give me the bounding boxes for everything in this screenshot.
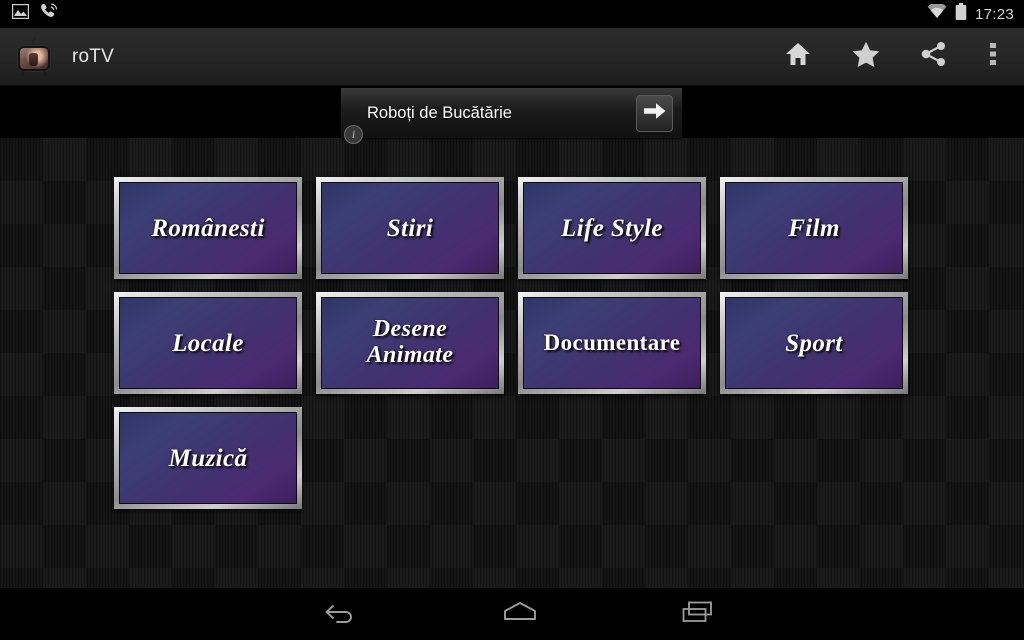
- share-button[interactable]: [900, 29, 968, 85]
- action-bar-buttons: [764, 29, 1018, 85]
- back-icon: [323, 600, 357, 629]
- arrow-right-icon: [643, 102, 666, 125]
- category-tile-stiri[interactable]: Stiri: [316, 177, 504, 279]
- category-tile-sport[interactable]: Sport: [720, 292, 908, 394]
- tile-inner: Locale: [119, 297, 297, 389]
- overflow-menu-icon: [990, 42, 996, 71]
- tile-label: Desene Animate: [366, 316, 454, 368]
- tile-inner: Film: [725, 182, 903, 274]
- battery-icon: [955, 2, 967, 26]
- category-tile-muzica[interactable]: Muzică: [114, 407, 302, 509]
- category-grid: Românesti Stiri Life Style Film Locale D…: [114, 177, 908, 509]
- category-tile-documentare[interactable]: Documentare: [518, 292, 706, 394]
- recent-apps-icon: [682, 600, 714, 629]
- tile-label: Documentare: [543, 329, 681, 355]
- nav-recent-apps-button[interactable]: [648, 588, 748, 640]
- category-grid-area: Românesti Stiri Life Style Film Locale D…: [0, 138, 1024, 588]
- image-icon: [11, 3, 30, 24]
- star-icon: [852, 41, 880, 72]
- category-tile-life-style[interactable]: Life Style: [518, 177, 706, 279]
- tile-label: Film: [788, 214, 840, 242]
- phone-call-icon: [40, 3, 59, 25]
- home-button[interactable]: [764, 29, 832, 85]
- app-title: roTV: [72, 45, 114, 67]
- tile-inner: Stiri: [321, 182, 499, 274]
- status-bar-notifications: [11, 3, 59, 25]
- ad-cta-button[interactable]: [636, 94, 673, 132]
- overflow-menu-button[interactable]: [968, 29, 1018, 85]
- tile-inner: Sport: [725, 297, 903, 389]
- nav-back-button[interactable]: [290, 588, 390, 640]
- category-tile-film[interactable]: Film: [720, 177, 908, 279]
- tv-leg-left: [21, 70, 25, 76]
- tile-label: Românesti: [151, 214, 265, 242]
- share-icon: [921, 42, 947, 71]
- ad-banner-text: Roboți de Bucătărie: [367, 103, 512, 122]
- favorites-button[interactable]: [832, 29, 900, 85]
- ad-info-badge[interactable]: i: [344, 125, 363, 144]
- tv-screen: [20, 47, 48, 69]
- tile-inner: Românesti: [119, 182, 297, 274]
- category-tile-desene-animate[interactable]: Desene Animate: [316, 292, 504, 394]
- action-bar: roTV: [0, 28, 1024, 86]
- home-outline-icon: [503, 601, 537, 628]
- category-tile-romanesti[interactable]: Românesti: [114, 177, 302, 279]
- retro-tv-app-icon: [14, 36, 54, 77]
- nav-home-button[interactable]: [470, 588, 570, 640]
- tile-label: Stiri: [386, 214, 434, 242]
- status-clock: 17:23: [974, 5, 1014, 23]
- category-tile-locale[interactable]: Locale: [114, 292, 302, 394]
- tile-label: Muzică: [168, 444, 248, 472]
- ad-banner[interactable]: Roboți de Bucătărie i: [341, 88, 682, 144]
- tile-label: Locale: [172, 329, 244, 357]
- tile-label: Sport: [785, 329, 843, 357]
- android-navigation-bar: [0, 588, 1024, 640]
- tile-inner: Desene Animate: [321, 297, 499, 389]
- home-icon: [785, 42, 811, 71]
- status-bar-system: 17:23: [927, 2, 1014, 26]
- tile-inner: Muzică: [119, 412, 297, 504]
- status-bar: 17:23: [0, 0, 1024, 28]
- tile-inner: Life Style: [523, 182, 701, 274]
- tile-inner: Documentare: [523, 297, 701, 389]
- app-root: 17:23 roTV Roboți de Bucătărie i Românes…: [0, 0, 1024, 640]
- wifi-icon: [927, 2, 947, 24]
- tile-label: Life Style: [561, 214, 663, 242]
